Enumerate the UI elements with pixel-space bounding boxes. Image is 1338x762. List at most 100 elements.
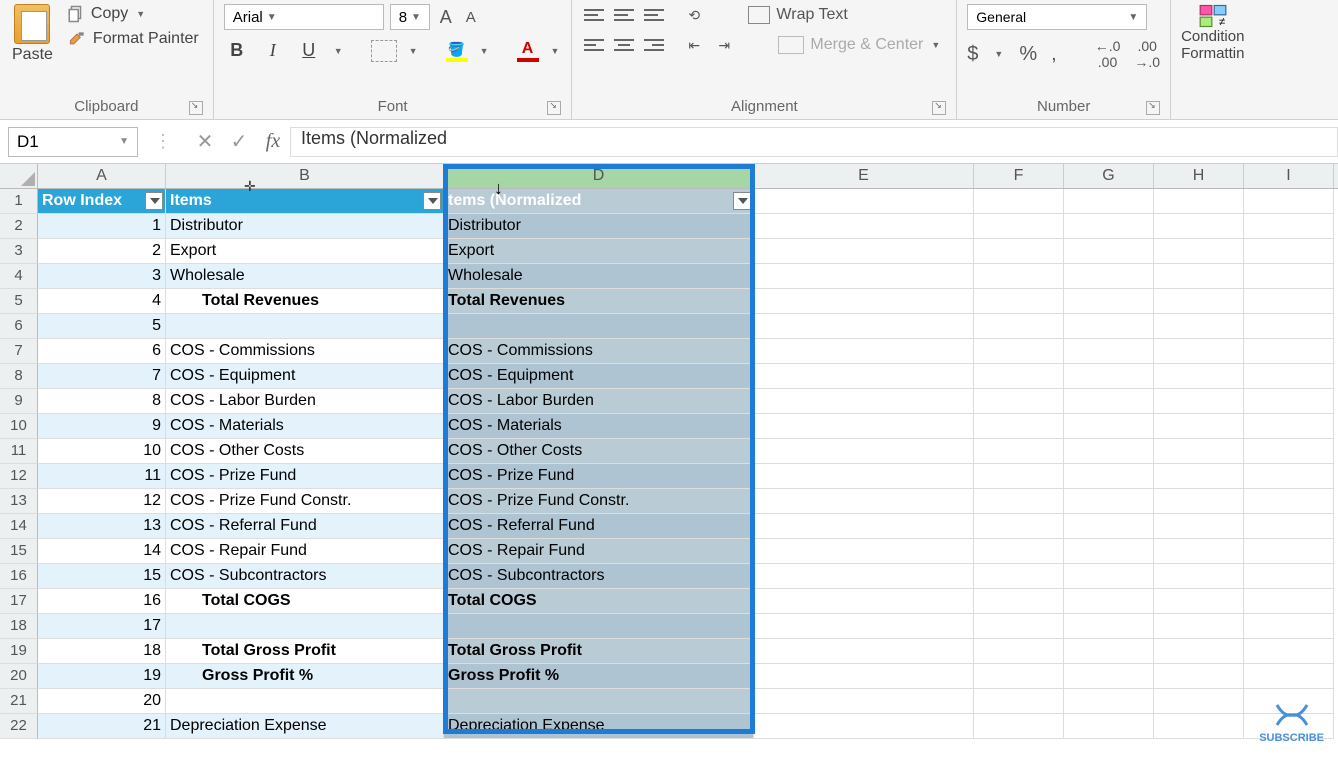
row-header[interactable]: 12 [0,464,38,489]
cell-empty[interactable] [754,264,974,289]
cell-empty[interactable] [1064,414,1154,439]
dialog-launcher-icon[interactable] [189,101,203,115]
cell-empty[interactable] [1244,364,1334,389]
cell-normalized[interactable]: Total Revenues [444,289,754,314]
cell-empty[interactable] [1244,289,1334,314]
cell-empty[interactable] [1064,589,1154,614]
cell-rowindex[interactable]: 6 [38,339,166,364]
cell-items[interactable]: Total COGS [166,589,444,614]
cell-empty[interactable] [1064,689,1154,714]
chevron-down-icon[interactable]: ▼ [929,40,942,50]
cell-normalized[interactable]: COS - Prize Fund [444,464,754,489]
cell-empty[interactable] [754,689,974,714]
cell-items[interactable]: Distributor [166,214,444,239]
cell-empty[interactable] [1244,389,1334,414]
table-header-normalized[interactable]: tems (Normalized [444,189,754,214]
cell-rowindex[interactable]: 2 [38,239,166,264]
column-header-g[interactable]: G [1064,164,1154,188]
formula-input[interactable]: Items (Normalized [290,127,1338,157]
cell-empty[interactable] [754,289,974,314]
cell-empty[interactable] [974,539,1064,564]
cell-empty[interactable] [1064,264,1154,289]
cell-empty[interactable] [974,639,1064,664]
table-header-items[interactable]: Items [166,189,444,214]
select-all-corner[interactable] [0,164,38,188]
dialog-launcher-icon[interactable] [1146,101,1160,115]
row-header[interactable]: 7 [0,339,38,364]
cell-empty[interactable] [754,514,974,539]
paste-button[interactable]: Paste [10,4,55,64]
cell-empty[interactable] [974,289,1064,314]
cell-items[interactable]: COS - Materials [166,414,444,439]
cell-empty[interactable] [1244,489,1334,514]
copy-button[interactable]: Copy ▼ [63,4,203,24]
increase-font-button[interactable]: A [436,7,456,28]
cell-empty[interactable] [974,264,1064,289]
cell-normalized[interactable]: COS - Subcontractors [444,564,754,589]
cell-empty[interactable] [754,589,974,614]
cell-empty[interactable] [1154,639,1244,664]
cell-empty[interactable] [1244,639,1334,664]
cell-rowindex[interactable]: 4 [38,289,166,314]
cell-normalized[interactable]: COS - Prize Fund Constr. [444,489,754,514]
column-header-a[interactable]: A [38,164,166,188]
cell-empty[interactable] [754,239,974,264]
chevron-down-icon[interactable]: ▼ [549,46,562,56]
cell-items[interactable]: COS - Labor Burden [166,389,444,414]
chevron-down-icon[interactable]: ▼ [407,46,420,56]
cell-normalized[interactable]: COS - Commissions [444,339,754,364]
cell-empty[interactable] [1064,214,1154,239]
cell-normalized[interactable]: COS - Labor Burden [444,389,754,414]
cell-normalized[interactable]: COS - Equipment [444,364,754,389]
cell-empty[interactable] [754,414,974,439]
wrap-text-button[interactable]: Wrap Text [744,5,851,25]
cell-empty[interactable] [1244,214,1334,239]
orientation-button[interactable]: ⟲ [688,4,712,26]
cell-items[interactable]: Depreciation Expense [166,714,444,739]
cell-empty[interactable] [1154,189,1244,214]
cell-empty[interactable] [1064,714,1154,739]
cell-empty[interactable] [1244,414,1334,439]
column-header-h[interactable]: H [1154,164,1244,188]
cell-empty[interactable] [1154,239,1244,264]
row-header[interactable]: 10 [0,414,38,439]
cell-empty[interactable] [1064,389,1154,414]
cell-empty[interactable] [1064,639,1154,664]
cell-items[interactable]: COS - Referral Fund [166,514,444,539]
cell-rowindex[interactable]: 12 [38,489,166,514]
row-header[interactable]: 2 [0,214,38,239]
chevron-down-icon[interactable]: ▼ [332,46,345,56]
cell-empty[interactable] [1154,514,1244,539]
comma-button[interactable]: , [1051,43,1057,66]
insert-function-button[interactable]: fx [256,130,290,153]
cell-rowindex[interactable]: 17 [38,614,166,639]
cell-items[interactable]: COS - Other Costs [166,439,444,464]
cell-empty[interactable] [754,214,974,239]
cell-rowindex[interactable]: 14 [38,539,166,564]
cell-empty[interactable] [1244,564,1334,589]
cell-empty[interactable] [754,489,974,514]
cell-empty[interactable] [974,489,1064,514]
cell-empty[interactable] [1064,489,1154,514]
cell-rowindex[interactable]: 15 [38,564,166,589]
cell-empty[interactable] [1064,239,1154,264]
cell-empty[interactable] [1154,264,1244,289]
cell-empty[interactable] [1154,614,1244,639]
underline-button[interactable]: U [296,38,322,64]
fill-color-button[interactable]: 🪣 [446,41,468,62]
cell-rowindex[interactable]: 8 [38,389,166,414]
cell-empty[interactable] [1244,264,1334,289]
cell-empty[interactable] [974,314,1064,339]
cell-normalized[interactable]: COS - Repair Fund [444,539,754,564]
cell-empty[interactable] [1154,689,1244,714]
cell-empty[interactable] [754,714,974,739]
cell-empty[interactable] [974,589,1064,614]
cell-empty[interactable] [754,539,974,564]
row-header[interactable]: 20 [0,664,38,689]
row-header[interactable]: 17 [0,589,38,614]
cell-normalized[interactable] [444,689,754,714]
cell-normalized[interactable]: Export [444,239,754,264]
cell-items[interactable]: COS - Repair Fund [166,539,444,564]
align-right-button[interactable] [642,34,666,56]
cell-rowindex[interactable]: 21 [38,714,166,739]
